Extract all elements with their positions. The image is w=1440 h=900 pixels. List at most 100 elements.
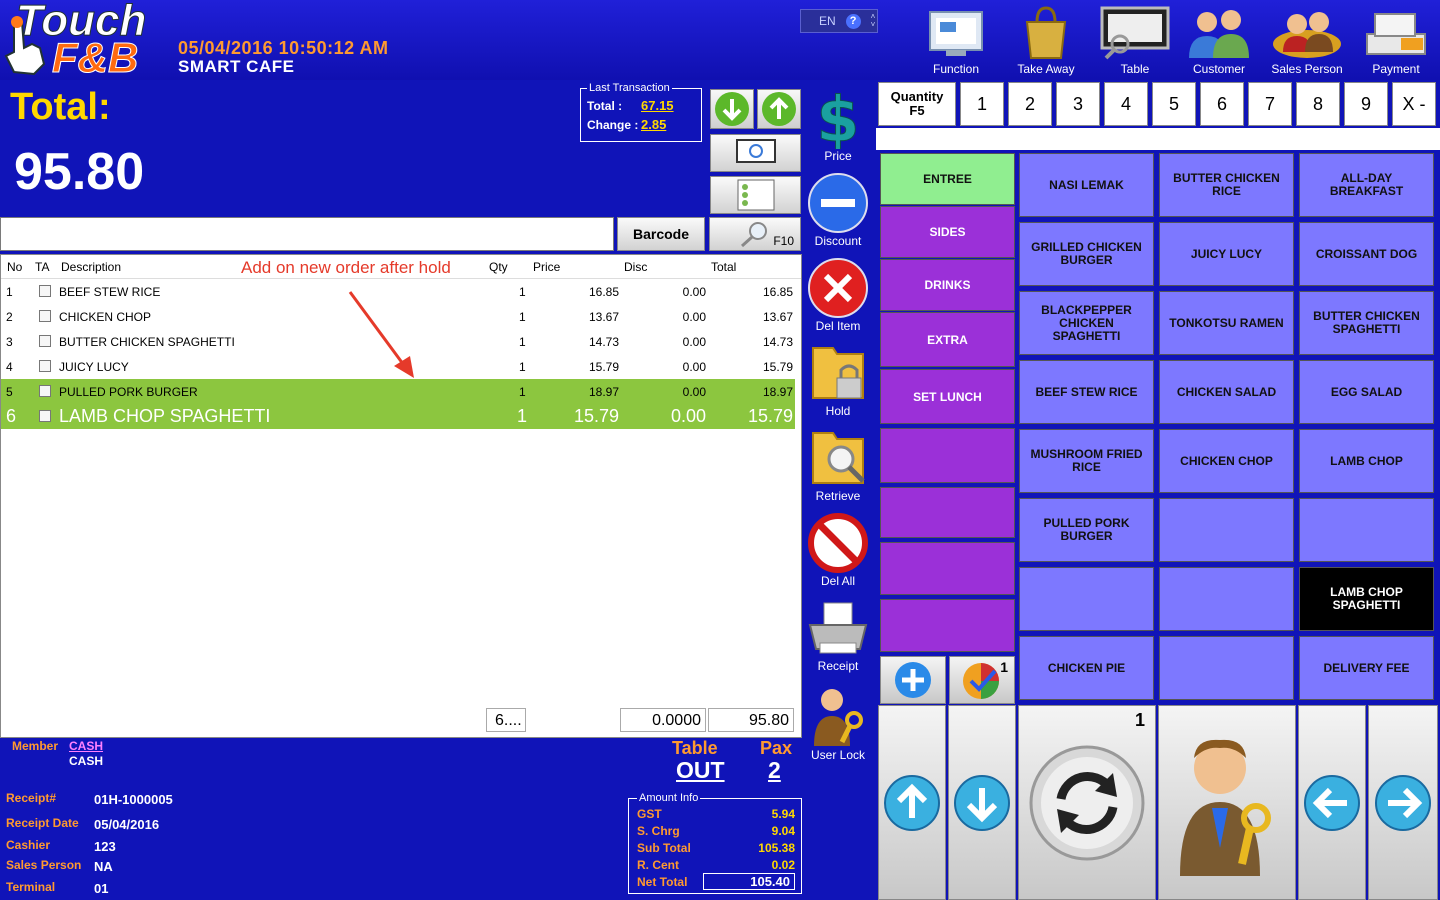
discount-button[interactable]: Discount bbox=[806, 167, 870, 251]
del-item-button[interactable]: Del Item bbox=[806, 252, 870, 336]
spinner-icon[interactable]: ˄ ˅ bbox=[871, 13, 876, 29]
user-lock-button[interactable]: User Lock bbox=[806, 681, 870, 765]
staff-key-icon bbox=[1180, 739, 1271, 876]
qty-key-1[interactable]: 1 bbox=[960, 82, 1004, 126]
item-button-selected[interactable]: LAMB CHOP SPAGHETTI bbox=[1299, 567, 1434, 631]
language-selector[interactable]: EN ? ˄ ˅ bbox=[800, 9, 878, 33]
qty-key-3[interactable]: 3 bbox=[1056, 82, 1100, 126]
item-button[interactable]: ALL-DAY BREAKFAST bbox=[1299, 153, 1434, 217]
page-left-button[interactable] bbox=[1298, 705, 1366, 900]
barcode-button[interactable]: Barcode bbox=[617, 217, 705, 251]
item-button[interactable]: CHICKEN CHOP bbox=[1159, 429, 1294, 493]
shopping-bag-icon bbox=[1025, 6, 1067, 59]
item-button[interactable] bbox=[1019, 567, 1154, 631]
ta-checkbox[interactable] bbox=[39, 360, 51, 372]
barcode-input[interactable] bbox=[0, 217, 614, 251]
checklist-button[interactable] bbox=[710, 176, 801, 214]
touch-fb-logo: Touch F&B bbox=[4, 0, 174, 82]
table-button[interactable]: Table bbox=[1092, 2, 1178, 80]
member-sub: CASH bbox=[69, 754, 104, 768]
ta-checkbox[interactable] bbox=[39, 385, 51, 397]
item-button[interactable]: LAMB CHOP bbox=[1299, 429, 1434, 493]
member-link[interactable]: CASH bbox=[69, 739, 103, 753]
table-row[interactable]: 5 PULLED PORK BURGER 1 18.97 0.00 18.97 bbox=[1, 379, 795, 404]
search-f10-button[interactable]: F10 bbox=[709, 217, 801, 251]
qty-key-9[interactable]: 9 bbox=[1344, 82, 1388, 126]
category-extra[interactable]: EXTRA bbox=[880, 312, 1015, 367]
take-away-button[interactable]: Take Away bbox=[1003, 2, 1089, 80]
category-empty[interactable] bbox=[880, 542, 1015, 595]
page-up-button[interactable] bbox=[878, 705, 946, 900]
quantity-button[interactable]: Quantity F5 bbox=[878, 82, 956, 126]
footer-qty: 6.... bbox=[486, 708, 526, 732]
del-all-button[interactable]: Del All bbox=[806, 507, 870, 591]
amount-row: R. Cent 0.02 bbox=[637, 858, 795, 872]
item-button[interactable]: BEEF STEW RICE bbox=[1019, 360, 1154, 424]
ta-checkbox[interactable] bbox=[39, 335, 51, 347]
item-button[interactable]: DELIVERY FEE bbox=[1299, 636, 1434, 700]
price-button[interactable]: $ Price bbox=[806, 82, 870, 166]
item-button[interactable]: JUICY LUCY bbox=[1159, 222, 1294, 286]
category-drinks[interactable]: DRINKS bbox=[880, 259, 1015, 311]
pax-value[interactable]: 2 bbox=[768, 757, 781, 784]
item-button[interactable]: TONKOTSU RAMEN bbox=[1159, 291, 1294, 355]
table-value[interactable]: OUT bbox=[676, 757, 725, 784]
screen-button[interactable] bbox=[710, 134, 801, 172]
qty-key-8[interactable]: 8 bbox=[1296, 82, 1340, 126]
qty-key-5[interactable]: 5 bbox=[1152, 82, 1196, 126]
help-icon[interactable]: ? bbox=[845, 13, 861, 29]
function-button[interactable]: Function bbox=[913, 2, 999, 80]
qty-key-7[interactable]: 7 bbox=[1248, 82, 1292, 126]
item-button[interactable]: CHICKEN PIE bbox=[1019, 636, 1154, 700]
item-button[interactable]: BLACKPEPPER CHICKEN SPAGHETTI bbox=[1019, 291, 1154, 355]
staff-login-button[interactable] bbox=[1158, 705, 1296, 900]
item-button[interactable] bbox=[1159, 636, 1294, 700]
cashier-value: 123 bbox=[94, 839, 116, 854]
refresh-button[interactable]: 1 bbox=[1018, 705, 1156, 900]
footer-disc: 0.0000 bbox=[620, 708, 706, 732]
category-empty[interactable] bbox=[880, 487, 1015, 538]
item-button[interactable] bbox=[1159, 567, 1294, 631]
category-entree[interactable]: ENTREE bbox=[880, 153, 1015, 205]
category-set-lunch[interactable]: SET LUNCH bbox=[880, 369, 1015, 424]
item-button[interactable]: GRILLED CHICKEN BURGER bbox=[1019, 222, 1154, 286]
item-button[interactable]: CHICKEN SALAD bbox=[1159, 360, 1294, 424]
category-sides[interactable]: SIDES bbox=[880, 206, 1015, 258]
item-button[interactable]: PULLED PORK BURGER bbox=[1019, 498, 1154, 562]
add-category-button[interactable] bbox=[880, 656, 946, 704]
category-empty[interactable] bbox=[880, 599, 1015, 652]
payment-button[interactable]: Payment bbox=[1353, 2, 1439, 80]
ta-checkbox[interactable] bbox=[39, 310, 51, 322]
footer-total: 95.80 bbox=[708, 708, 794, 732]
item-button[interactable]: CROISSANT DOG bbox=[1299, 222, 1434, 286]
table-row-selected[interactable]: 6 LAMB CHOP SPAGHETTI 1 15.79 0.00 15.79 bbox=[1, 404, 795, 429]
qty-key-2[interactable]: 2 bbox=[1008, 82, 1052, 126]
order-status-button[interactable]: 1 bbox=[949, 656, 1015, 704]
sales-person-button[interactable]: Sales Person bbox=[1264, 2, 1350, 80]
amount-row: Sub Total 105.38 bbox=[637, 841, 795, 855]
ta-checkbox[interactable] bbox=[39, 285, 51, 297]
page-down-button[interactable] bbox=[948, 705, 1016, 900]
customer-button[interactable]: Customer bbox=[1176, 2, 1262, 80]
qty-key-multiply[interactable]: X - bbox=[1392, 82, 1436, 126]
hold-button[interactable]: Hold bbox=[806, 337, 870, 421]
receipt-button[interactable]: Receipt bbox=[806, 592, 870, 676]
qty-key-6[interactable]: 6 bbox=[1200, 82, 1244, 126]
item-button[interactable]: NASI LEMAK bbox=[1019, 153, 1154, 217]
retrieve-button[interactable]: Retrieve bbox=[806, 422, 870, 506]
scroll-up-button[interactable] bbox=[757, 89, 801, 129]
row-total: 14.73 bbox=[762, 335, 793, 349]
category-empty[interactable] bbox=[880, 428, 1015, 483]
scroll-down-button[interactable] bbox=[710, 89, 754, 129]
ta-checkbox[interactable] bbox=[39, 410, 51, 422]
item-button[interactable] bbox=[1299, 498, 1434, 562]
item-button[interactable]: MUSHROOM FRIED RICE bbox=[1019, 429, 1154, 493]
item-button[interactable]: BUTTER CHICKEN RICE bbox=[1159, 153, 1294, 217]
page-right-button[interactable] bbox=[1368, 705, 1438, 900]
arrow-down-circle-icon bbox=[954, 774, 1010, 831]
item-button[interactable]: BUTTER CHICKEN SPAGHETTI bbox=[1299, 291, 1434, 355]
item-button[interactable]: EGG SALAD bbox=[1299, 360, 1434, 424]
item-button[interactable] bbox=[1159, 498, 1294, 562]
row-qty: 1 bbox=[519, 360, 526, 374]
qty-key-4[interactable]: 4 bbox=[1104, 82, 1148, 126]
